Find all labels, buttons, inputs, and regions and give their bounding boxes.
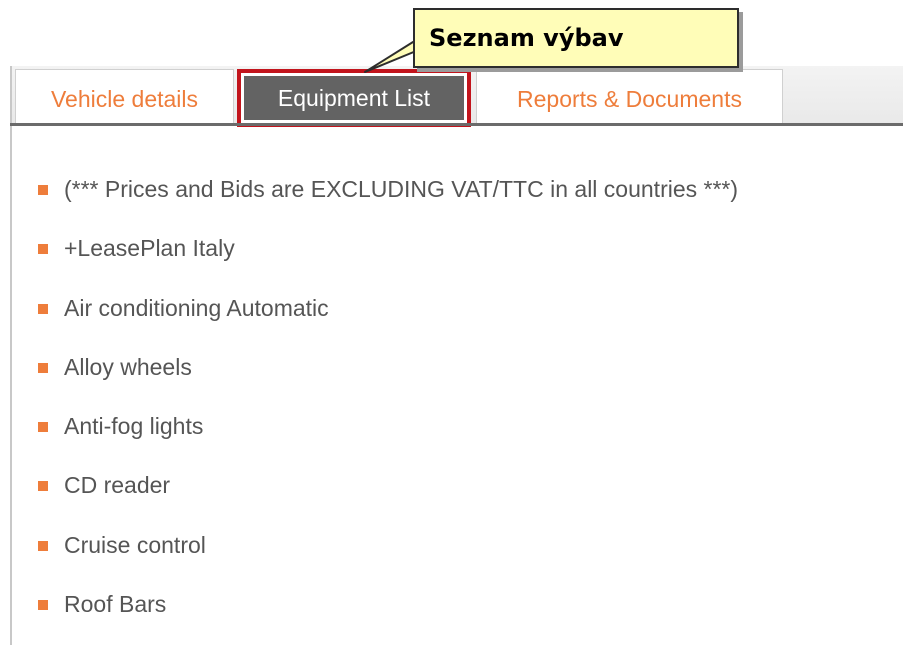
bullet-icon bbox=[38, 303, 48, 314]
list-item: Cruise control bbox=[38, 516, 738, 575]
tab-vehicle-details[interactable]: Vehicle details bbox=[15, 69, 234, 124]
list-item-label: +LeasePlan Italy bbox=[64, 235, 235, 262]
list-item: (*** Prices and Bids are EXCLUDING VAT/T… bbox=[38, 160, 738, 219]
list-item: Air conditioning Automatic bbox=[38, 279, 738, 338]
list-item-label: Anti-fog lights bbox=[64, 413, 204, 440]
tab-reports-documents[interactable]: Reports & Documents bbox=[476, 69, 783, 124]
bullet-icon bbox=[38, 422, 48, 433]
equipment-list: (*** Prices and Bids are EXCLUDING VAT/T… bbox=[38, 160, 738, 634]
list-item: CD reader bbox=[38, 456, 738, 515]
list-item: +LeasePlan Italy bbox=[38, 219, 738, 278]
callout-annotation: Seznam výbav bbox=[413, 8, 739, 68]
bullet-icon bbox=[38, 185, 48, 195]
bullet-icon bbox=[38, 244, 48, 255]
list-item-label: Air conditioning Automatic bbox=[64, 294, 329, 321]
bullet-icon bbox=[38, 540, 48, 551]
bullet-icon bbox=[38, 481, 48, 492]
tab-underline bbox=[10, 123, 903, 126]
list-item-label: CD reader bbox=[64, 472, 171, 499]
list-item-label: Roof Bars bbox=[64, 591, 167, 618]
bullet-icon bbox=[38, 362, 48, 373]
list-item: Roof Bars bbox=[38, 575, 738, 634]
list-item-label: (*** Prices and Bids are EXCLUDING VAT/T… bbox=[64, 176, 739, 202]
content-panel-border bbox=[10, 66, 12, 645]
list-item-label: Alloy wheels bbox=[64, 353, 192, 380]
bullet-icon bbox=[38, 600, 48, 611]
tab-reports-documents-label: Reports & Documents bbox=[517, 86, 742, 112]
tab-vehicle-details-label: Vehicle details bbox=[50, 86, 199, 112]
list-item-label: Cruise control bbox=[64, 531, 206, 558]
list-item: Alloy wheels bbox=[38, 338, 738, 397]
screen: Vehicle details Equipment List Reports &… bbox=[0, 0, 903, 645]
list-item: Anti-fog lights bbox=[38, 397, 738, 456]
